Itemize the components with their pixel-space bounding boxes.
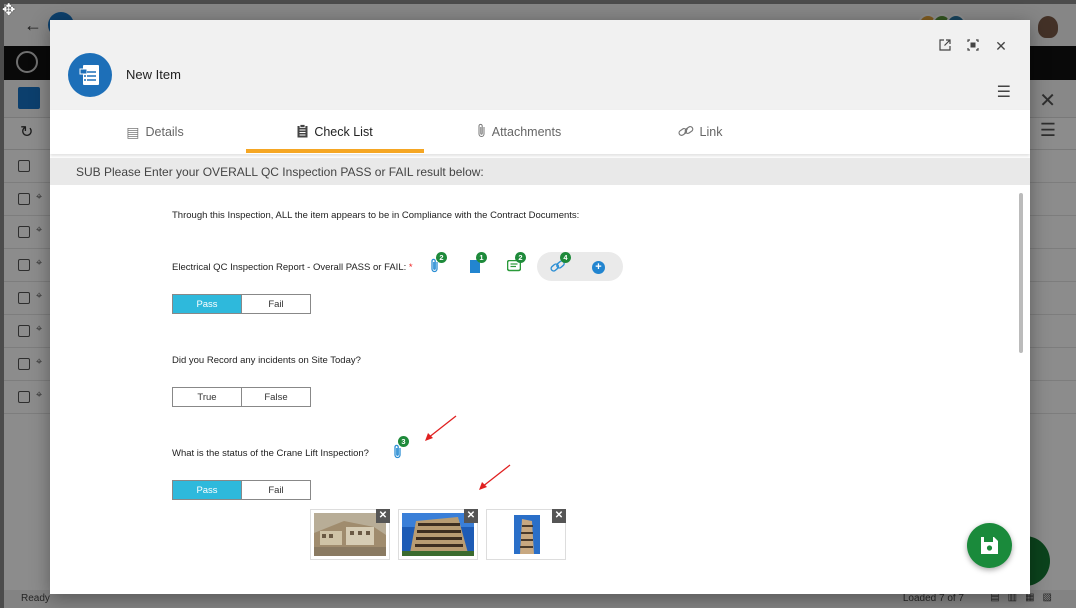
tab-bar: ▤ Details Check List Attachments Link: [50, 110, 1030, 154]
required-marker: *: [408, 262, 413, 273]
photo-thumbnail[interactable]: ✕: [486, 509, 566, 560]
documents-button[interactable]: 1: [470, 252, 487, 278]
pass-option[interactable]: Pass: [173, 295, 241, 313]
remove-photo-button[interactable]: ✕: [464, 509, 478, 523]
photo-thumbnail[interactable]: ✕: [310, 509, 390, 560]
attachments-button[interactable]: 2: [430, 252, 447, 278]
maximize-icon[interactable]: [964, 37, 982, 55]
tab-check-list[interactable]: Check List: [246, 110, 424, 154]
q3-pass-fail-toggle: Pass Fail: [172, 480, 311, 500]
pass-option[interactable]: Pass: [173, 481, 241, 499]
tab-label: Link: [699, 125, 723, 139]
red-arrow-annotation: [479, 464, 511, 490]
attachments-count-badge: 2: [436, 252, 447, 263]
red-arrow-annotation: [425, 415, 457, 441]
menu-icon[interactable]: ☰: [997, 82, 1011, 102]
links-count-badge: 4: [560, 252, 571, 263]
links-button[interactable]: 4: [550, 252, 571, 278]
clipboard-icon: [297, 123, 308, 141]
modal-header: New Item ✕ ☰: [50, 20, 1030, 110]
form-scrollbar[interactable]: [1019, 193, 1023, 353]
intro-text: Through this Inspection, ALL the item ap…: [172, 210, 580, 221]
true-option[interactable]: True: [173, 388, 241, 406]
modal-title: New Item: [126, 67, 181, 82]
question-text: What is the status of the Crane Lift Ins…: [172, 448, 369, 459]
q1-pass-fail-toggle: Pass Fail: [172, 294, 311, 314]
checklist-logo-icon: [68, 53, 112, 97]
tab-details[interactable]: ▤ Details: [50, 110, 260, 154]
save-button[interactable]: [967, 523, 1012, 568]
popout-icon[interactable]: [936, 37, 954, 55]
comments-count-badge: 2: [515, 252, 526, 263]
question-text: Electrical QC Inspection Report - Overal…: [172, 262, 407, 273]
attachments-count-badge: 3: [398, 436, 409, 447]
attachments-button[interactable]: 3: [393, 436, 409, 464]
question-text: Did you Record any incidents on Site Tod…: [172, 355, 361, 366]
tab-label: Attachments: [491, 125, 562, 139]
q2-true-false-toggle: True False: [172, 387, 311, 407]
add-link-button[interactable]: +: [592, 261, 605, 274]
false-option[interactable]: False: [241, 388, 310, 406]
comments-button[interactable]: 2: [506, 252, 526, 278]
documents-count-badge: 1: [476, 252, 487, 263]
move-cursor-icon: ✥: [2, 2, 16, 19]
question-label: Electrical QC Inspection Report - Overal…: [172, 262, 413, 273]
remove-photo-button[interactable]: ✕: [552, 509, 566, 523]
floppy-disk-icon: [981, 537, 998, 554]
new-item-modal: New Item ✕ ☰ ▤ Details Check List Attach…: [50, 20, 1030, 594]
photo-thumbnail[interactable]: ✕: [398, 509, 478, 560]
tab-label: Check List: [314, 125, 373, 139]
section-banner: SUB Please Enter your OVERALL QC Inspect…: [50, 158, 1030, 185]
fail-option[interactable]: Fail: [241, 481, 310, 499]
link-icon: [678, 124, 694, 140]
tab-attachments[interactable]: Attachments: [424, 110, 614, 154]
details-icon: ▤: [126, 123, 140, 140]
active-tab-indicator: [246, 149, 424, 153]
fail-option[interactable]: Fail: [241, 295, 310, 313]
close-icon[interactable]: ✕: [992, 37, 1010, 55]
tab-link[interactable]: Link: [614, 110, 786, 154]
tab-label: Details: [145, 125, 184, 139]
paperclip-icon: [477, 123, 486, 141]
remove-photo-button[interactable]: ✕: [376, 509, 390, 523]
